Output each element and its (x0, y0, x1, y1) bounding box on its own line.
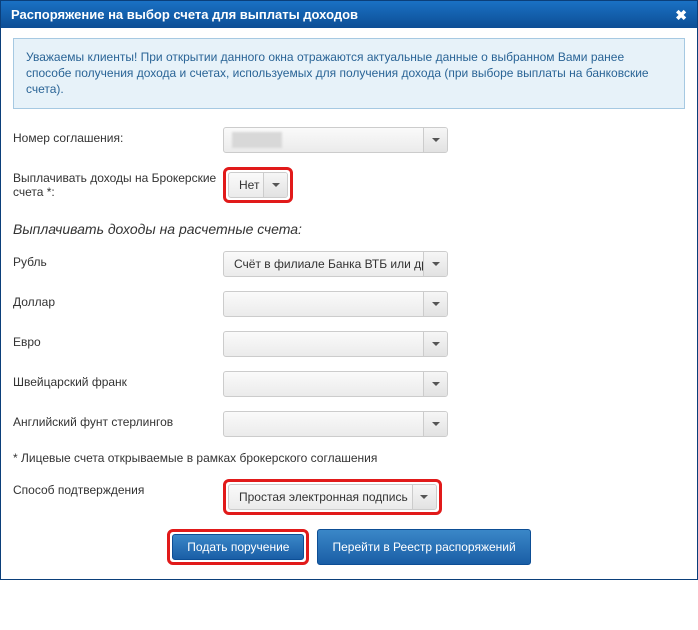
chevron-down-icon (412, 485, 436, 509)
highlight-submit: Подать поручение (167, 529, 309, 565)
confirm-select[interactable]: Простая электронная подпись (228, 484, 437, 510)
field-eur: Евро (13, 331, 685, 357)
dialog-body: Уважаемы клиенты! При открытии данного о… (1, 28, 697, 579)
broker-value: Нет (239, 178, 259, 192)
eur-label: Евро (13, 331, 223, 349)
highlight-broker: Нет (223, 167, 293, 203)
field-agreement: Номер соглашения: (13, 127, 685, 153)
field-confirm: Способ подтверждения Простая электронная… (13, 479, 685, 515)
dialog: Распоряжение на выбор счета для выплаты … (0, 0, 698, 580)
field-gbp: Английский фунт стерлингов (13, 411, 685, 437)
agreement-label: Номер соглашения: (13, 127, 223, 145)
gbp-label: Английский фунт стерлингов (13, 411, 223, 429)
chevron-down-icon (423, 252, 447, 276)
goto-registry-button[interactable]: Перейти в Реестр распоряжений (317, 529, 530, 565)
section-title: Выплачивать доходы на расчетные счета: (13, 221, 685, 237)
highlight-confirm: Простая электронная подпись (223, 479, 442, 515)
dialog-header: Распоряжение на выбор счета для выплаты … (1, 1, 697, 28)
chf-select[interactable] (223, 371, 448, 397)
info-message: Уважаемы клиенты! При открытии данного о… (13, 38, 685, 109)
field-usd: Доллар (13, 291, 685, 317)
submit-button[interactable]: Подать поручение (172, 534, 304, 560)
chf-label: Швейцарский франк (13, 371, 223, 389)
close-icon[interactable]: ✖ (675, 8, 687, 22)
chevron-down-icon (423, 128, 447, 152)
chevron-down-icon (423, 412, 447, 436)
usd-label: Доллар (13, 291, 223, 309)
gbp-select[interactable] (223, 411, 448, 437)
chevron-down-icon (423, 372, 447, 396)
eur-select[interactable] (223, 331, 448, 357)
broker-label: Выплачивать доходы на Брокерские счета *… (13, 167, 223, 199)
chevron-down-icon (423, 292, 447, 316)
usd-select[interactable] (223, 291, 448, 317)
chevron-down-icon (423, 332, 447, 356)
field-broker: Выплачивать доходы на Брокерские счета *… (13, 167, 685, 203)
footnote: * Лицевые счета открываемые в рамках бро… (13, 451, 685, 465)
confirm-label: Способ подтверждения (13, 479, 223, 497)
obscured-value (232, 132, 282, 148)
confirm-value: Простая электронная подпись (239, 490, 408, 504)
rub-select[interactable]: Счёт в филиале Банка ВТБ или другом (223, 251, 448, 277)
dialog-title: Распоряжение на выбор счета для выплаты … (11, 7, 358, 22)
rub-label: Рубль (13, 251, 223, 269)
broker-select[interactable]: Нет (228, 172, 288, 198)
chevron-down-icon (263, 173, 287, 197)
field-rub: Рубль Счёт в филиале Банка ВТБ или друго… (13, 251, 685, 277)
button-row: Подать поручение Перейти в Реестр распор… (13, 529, 685, 565)
rub-value: Счёт в филиале Банка ВТБ или другом (234, 257, 448, 271)
field-chf: Швейцарский франк (13, 371, 685, 397)
agreement-select[interactable] (223, 127, 448, 153)
